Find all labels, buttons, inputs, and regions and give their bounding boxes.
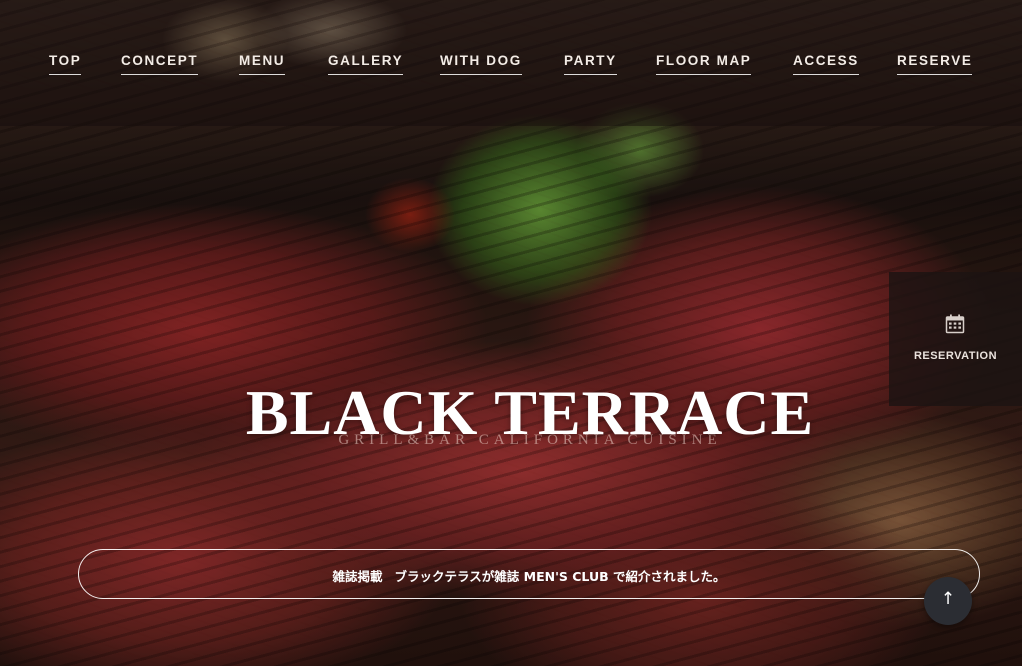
page: TOP CONCEPT MENU GALLERY WITH DOG PARTY … (0, 0, 1022, 666)
arrow-up-icon: ↑ (940, 589, 956, 609)
nav-item-top[interactable]: TOP (49, 53, 82, 75)
nav-item-with-dog[interactable]: WITH DOG (440, 53, 522, 75)
news-headline: ブラックテラスが雑誌 MEN'S CLUB で紹介されました。 (394, 569, 726, 584)
news-text-row: 雑誌掲載 ブラックテラスが雑誌 MEN'S CLUB で紹介されました。 (79, 566, 979, 585)
nav-item-menu[interactable]: MENU (239, 53, 286, 75)
nav-item-reserve[interactable]: RESERVE (897, 53, 973, 75)
reservation-button[interactable]: RESERVATION (889, 272, 1022, 406)
nav-item-party[interactable]: PARTY (564, 53, 617, 75)
nav-item-concept[interactable]: CONCEPT (121, 53, 199, 75)
hero-subtitle: GRILL&BAR CALIFORNIA CUISINE (338, 432, 722, 448)
back-to-top-button[interactable]: ↑ (924, 577, 972, 625)
nav-item-access[interactable]: ACCESS (793, 53, 859, 75)
calendar-icon (945, 314, 965, 334)
reservation-label: RESERVATION (913, 350, 998, 362)
news-banner-link[interactable]: 雑誌掲載 ブラックテラスが雑誌 MEN'S CLUB で紹介されました。 (78, 549, 980, 599)
nav-item-gallery[interactable]: GALLERY (328, 53, 404, 75)
top-nav-bar: TOP CONCEPT MENU GALLERY WITH DOG PARTY … (0, 0, 1022, 126)
nav-item-floor-map[interactable]: FLOOR MAP (656, 53, 752, 75)
news-category-label: 雑誌掲載 (332, 569, 383, 584)
